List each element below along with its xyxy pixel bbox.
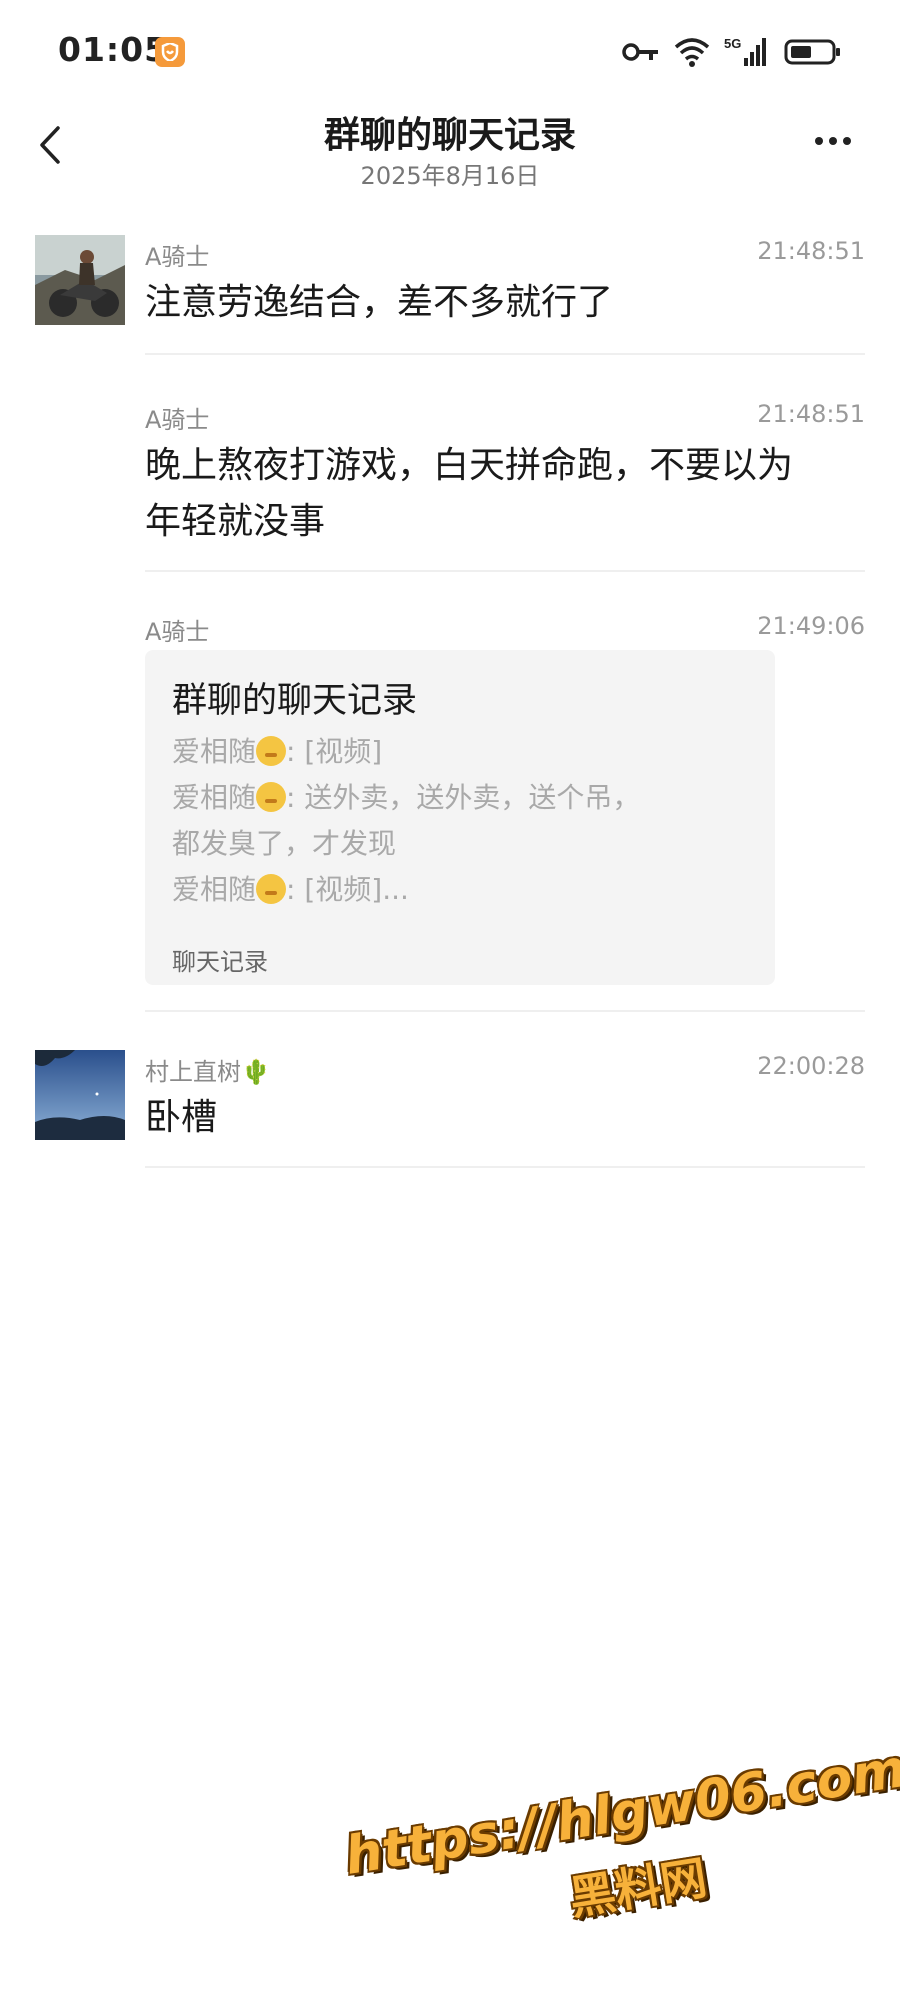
app-shield-icon (155, 37, 185, 67)
message-text: 晚上熬夜打游戏，白天拼命跑，不要以为 年轻就没事 (145, 438, 860, 550)
shushing-emoji-icon (256, 874, 287, 904)
record-sender: 爱相随 (172, 781, 257, 814)
message-item: A骑士 21:48:51 晚上熬夜打游戏，白天拼命跑，不要以为 年轻就没事 (0, 398, 900, 578)
wifi-icon (674, 38, 710, 67)
more-dots-icon (815, 137, 823, 145)
sender-name: 村上直树🌵 (145, 1058, 271, 1086)
key-icon (622, 43, 658, 61)
record-content: : [视频]... (286, 873, 409, 906)
message-text-line: 年轻就没事 (145, 501, 326, 542)
message-text-line: 晚上熬夜打游戏，白天拼命跑，不要以为 (145, 445, 794, 486)
divider (145, 1166, 865, 1168)
message-time: 21:49:06 (757, 612, 865, 640)
shushing-emoji-icon (256, 782, 287, 812)
avatar-rider-image (35, 235, 125, 325)
shushing-emoji-icon (256, 736, 287, 766)
record-sender: 爱相随 (172, 735, 257, 768)
chat-record-line: 爱相随 : [视频]... (172, 868, 409, 908)
avatar[interactable] (35, 235, 125, 325)
sender-name: A骑士 (145, 406, 210, 434)
message-time: 22:00:28 (757, 1052, 865, 1080)
avatar-sky-image (35, 1050, 125, 1140)
sender-name: A骑士 (145, 618, 210, 646)
message-item: A骑士 21:48:51 注意劳逸结合，差不多就行了 (0, 235, 900, 360)
message-item: A骑士 21:49:06 群聊的聊天记录 爱相随 : [视频] 爱相随 : 送外卖，… (0, 610, 900, 1020)
divider (145, 570, 865, 572)
message-item: 村上直树🌵 22:00:28 卧槽 (0, 1050, 900, 1170)
nav-bar: 群聊的聊天记录 2025年8月16日 (0, 100, 900, 210)
divider (145, 1010, 865, 1012)
chat-record-card[interactable]: 群聊的聊天记录 爱相随 : [视频] 爱相随 : 送外卖，送外卖，送个吊， 都发臭了… (145, 650, 775, 985)
sender-name: A骑士 (145, 243, 210, 271)
chat-record-line: 爱相随 : [视频] (172, 730, 382, 770)
record-sender: 爱相随 (172, 873, 257, 906)
chat-record-line: 爱相随 : 送外卖，送外卖，送个吊， (172, 776, 640, 816)
chat-record-footer: 聊天记录 (172, 948, 268, 976)
network-label: 5G (724, 36, 741, 51)
page-subtitle-date: 2025年8月16日 (360, 162, 540, 190)
status-icons: 5G (622, 34, 842, 70)
record-content: : 送外卖，送外卖，送个吊， (286, 781, 641, 814)
record-content: 都发臭了，才发现 (172, 827, 397, 860)
divider (145, 353, 865, 355)
message-time: 21:48:51 (757, 400, 865, 428)
message-text: 卧槽 (145, 1097, 218, 1138)
page-title: 群聊的聊天记录 (323, 115, 576, 156)
chat-record-title: 群聊的聊天记录 (172, 681, 418, 721)
watermark-name: 黑料网 (565, 1850, 711, 1926)
avatar[interactable] (35, 1050, 125, 1140)
message-time: 21:48:51 (757, 237, 865, 265)
status-bar: 01:05 5G (0, 0, 900, 100)
more-button[interactable] (812, 130, 862, 160)
record-content: : [视频] (286, 735, 383, 768)
watermark: https://hlgw06.com 黑料网 (335, 1702, 900, 1948)
chat-record-line: 都发臭了，才发现 (172, 822, 396, 862)
battery-icon (784, 39, 840, 65)
status-time: 01:05 (58, 30, 169, 69)
message-text: 注意劳逸结合，差不多就行了 (145, 282, 614, 323)
signal-icon: 5G (724, 36, 766, 66)
